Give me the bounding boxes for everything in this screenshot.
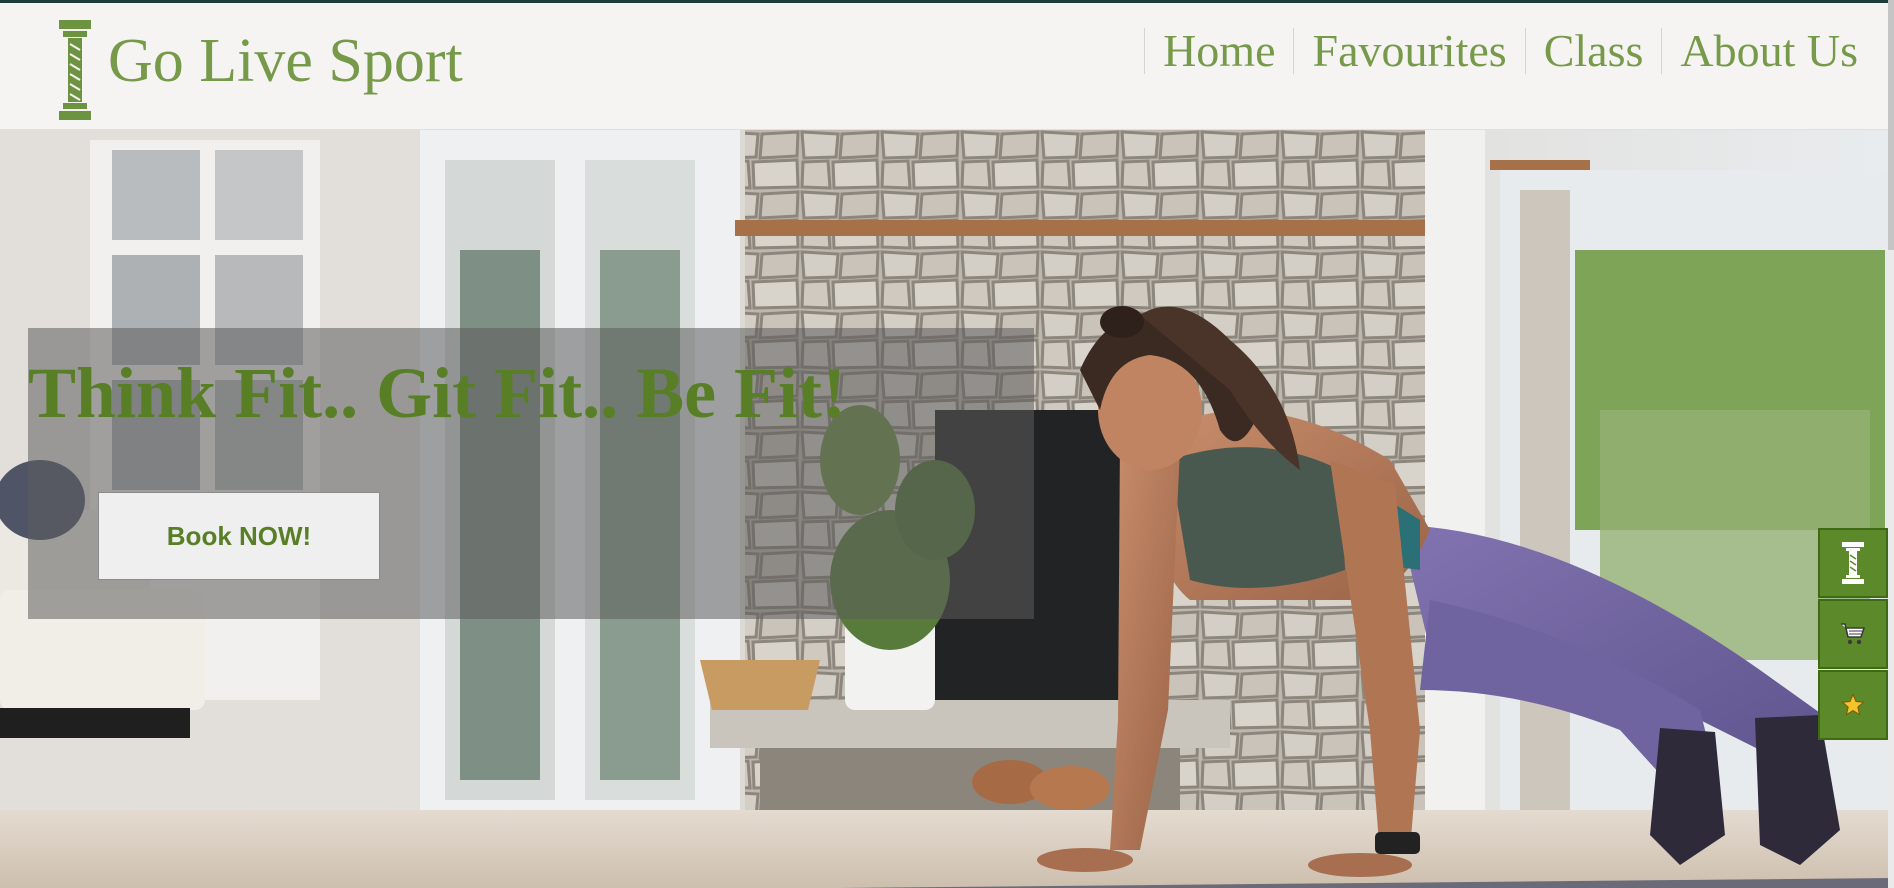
hero-heading: Think Fit.. Git Fit.. Be Fit! <box>28 353 846 433</box>
nav-home[interactable]: Home <box>1144 28 1293 74</box>
dock-dumbbell-button[interactable] <box>1818 528 1888 598</box>
page: Go Live Sport Home Favourites Class Abou… <box>0 0 1894 888</box>
dumbbell-icon <box>1842 542 1864 584</box>
star-icon <box>1841 693 1865 716</box>
nav-favourites[interactable]: Favourites <box>1293 28 1524 74</box>
side-dock <box>1818 528 1888 741</box>
book-now-button[interactable]: Book NOW! <box>98 492 380 580</box>
page-scrollbar[interactable] <box>1888 0 1894 888</box>
site-header: Go Live Sport Home Favourites Class Abou… <box>0 3 1894 130</box>
nav-class[interactable]: Class <box>1524 28 1662 74</box>
dock-cart-button[interactable] <box>1818 599 1888 669</box>
hero-section: Think Fit.. Git Fit.. Be Fit! Book NOW! <box>0 130 1894 888</box>
main-nav: Home Favourites Class About Us <box>1144 21 1876 81</box>
logo-link[interactable] <box>52 18 98 122</box>
cart-icon <box>1841 623 1866 645</box>
brand-name[interactable]: Go Live Sport <box>108 21 463 101</box>
nav-about-us[interactable]: About Us <box>1661 28 1876 74</box>
dumbbell-icon <box>59 20 91 120</box>
dock-star-button[interactable] <box>1818 670 1888 740</box>
scrollbar-thumb[interactable] <box>1888 0 1894 250</box>
